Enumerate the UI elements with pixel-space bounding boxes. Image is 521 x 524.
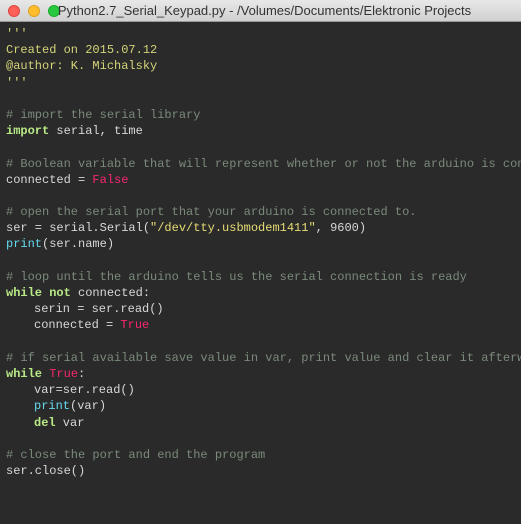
code-text: serin = ser.read() (34, 302, 164, 316)
docstring: ''' (6, 76, 28, 90)
const-false: False (92, 173, 128, 187)
code-text: ser = serial.Serial( (6, 221, 150, 235)
keyword-while: while (6, 367, 42, 381)
docstring: ''' (6, 27, 28, 41)
const-true: True (120, 318, 149, 332)
operator: = (106, 318, 120, 332)
docstring-line: Created on 2015.07.12 (6, 43, 157, 57)
code-text: serial, time (49, 124, 143, 138)
window-titlebar: Python2.7_Serial_Keypad.py - /Volumes/Do… (0, 0, 521, 22)
builtin-print: print (6, 237, 42, 251)
operator: = (78, 173, 92, 187)
keyword-del: del (34, 416, 56, 430)
comment: # loop until the arduino tells us the se… (6, 270, 467, 284)
comment: # Boolean variable that will represent w… (6, 157, 521, 171)
comment: # open the serial port that your arduino… (6, 205, 416, 219)
builtin-print: print (34, 399, 70, 413)
code-text: connected: (78, 286, 150, 300)
code-text: connected (6, 173, 78, 187)
code-text: var (56, 416, 85, 430)
keyword-import: import (6, 124, 49, 138)
code-text: (ser.name) (42, 237, 114, 251)
string-literal: "/dev/tty.usbmodem1411" (150, 221, 316, 235)
code-text: ser.close() (6, 464, 85, 478)
code-text: connected (34, 318, 106, 332)
keyword-not: not (42, 286, 78, 300)
code-text: var=ser.read() (34, 383, 135, 397)
code-text: : (78, 367, 85, 381)
code-editor[interactable]: ''' Created on 2015.07.12 @author: K. Mi… (0, 22, 521, 483)
const-true: True (49, 367, 78, 381)
comment: # close the port and end the program (6, 448, 265, 462)
comment: # import the serial library (6, 108, 200, 122)
code-text: , 9600) (316, 221, 366, 235)
keyword-while: while (6, 286, 42, 300)
docstring-line: @author: K. Michalsky (6, 59, 157, 73)
comment: # if serial available save value in var,… (6, 351, 521, 365)
window-title: Python2.7_Serial_Keypad.py - /Volumes/Do… (16, 3, 513, 18)
code-text: (var) (70, 399, 106, 413)
